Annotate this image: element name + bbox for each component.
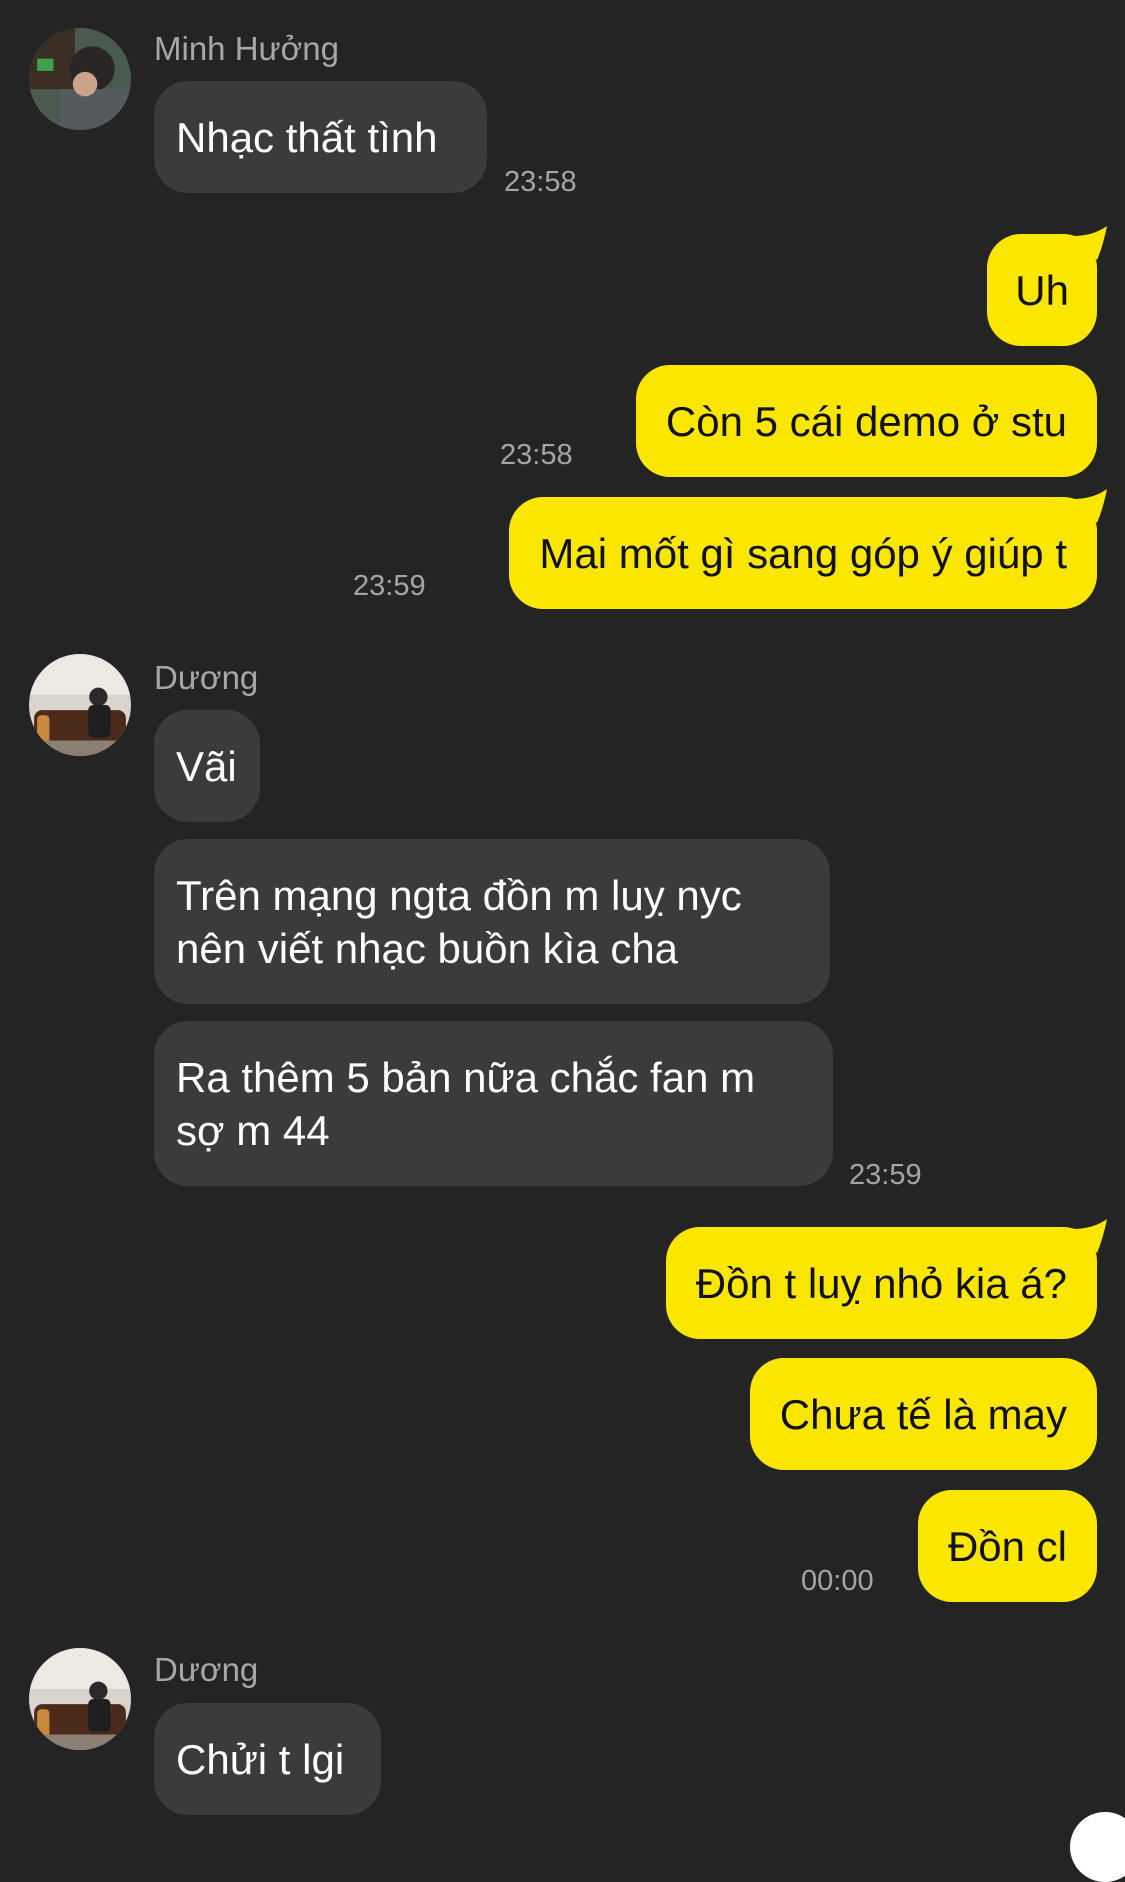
bubble-tail-icon <box>1073 1219 1107 1253</box>
message-text: Nhạc thất tình <box>176 113 438 161</box>
message-bubble-outgoing[interactable]: Đồn t luỵ nhỏ kia á? <box>665 1219 1107 1339</box>
avatar-duong[interactable] <box>29 654 131 756</box>
bubble-tail-icon <box>1073 489 1107 523</box>
avatar-photo-icon <box>29 28 131 130</box>
timestamp: 23:59 <box>353 570 426 602</box>
message-text: Mai mốt gì sang góp ý giúp t <box>539 529 1067 577</box>
message-text-line: Trên mạng ngta đồn m luỵ nyc <box>176 872 742 919</box>
message-bubble[interactable]: Ra thêm 5 bản nữa chắc fan m sợ m 44 <box>154 1021 833 1186</box>
scroll-down-button[interactable] <box>1070 1812 1125 1882</box>
timestamp: 00:00 <box>801 1565 874 1597</box>
sender-name: Dương <box>154 659 259 696</box>
sender-name: Minh Hưởng <box>154 30 339 67</box>
message-bubble-outgoing[interactable]: Uh <box>987 226 1107 346</box>
timestamp: 23:58 <box>500 439 573 471</box>
message-text-line: nên viết nhạc buồn kìa cha <box>176 925 679 972</box>
avatar-photo-icon <box>29 1648 131 1750</box>
bubble-tail-icon <box>1073 226 1107 260</box>
message-text-line: sợ m 44 <box>176 1107 330 1154</box>
timestamp: 23:58 <box>504 166 577 198</box>
message-bubble[interactable]: Vãi <box>154 710 260 822</box>
message-text: Đồn cl <box>947 1522 1067 1570</box>
message-text-line: Ra thêm 5 bản nữa chắc fan m <box>176 1054 756 1101</box>
message-text: Chưa tế là may <box>779 1390 1067 1438</box>
message-bubble[interactable]: Chửi t lgi <box>154 1703 381 1815</box>
message-bubble[interactable]: Trên mạng ngta đồn m luỵ nyc nên viết nh… <box>154 839 830 1004</box>
message-text: Đồn t luỵ nhỏ kia á? <box>695 1259 1067 1307</box>
avatar-duong[interactable] <box>29 1648 131 1750</box>
message-bubble-outgoing[interactable]: Chưa tế là may <box>749 1358 1097 1470</box>
message-text: Uh <box>1015 266 1069 314</box>
message-text: Còn 5 cái demo ở stu <box>665 397 1067 445</box>
message-bubble-outgoing[interactable]: Mai mốt gì sang góp ý giúp t <box>509 489 1107 609</box>
message-bubble[interactable]: Nhạc thất tình <box>154 81 487 193</box>
message-text: Vãi <box>176 742 237 790</box>
message-text: Chửi t lgi <box>176 1735 345 1783</box>
message-bubble-outgoing[interactable]: Còn 5 cái demo ở stu <box>635 365 1097 477</box>
timestamp: 23:59 <box>849 1159 922 1191</box>
sender-name: Dương <box>154 1651 259 1688</box>
message-bubble-outgoing[interactable]: Đồn cl <box>917 1490 1097 1602</box>
avatar-photo-icon <box>29 654 131 756</box>
avatar-minh-huong[interactable] <box>29 28 131 130</box>
